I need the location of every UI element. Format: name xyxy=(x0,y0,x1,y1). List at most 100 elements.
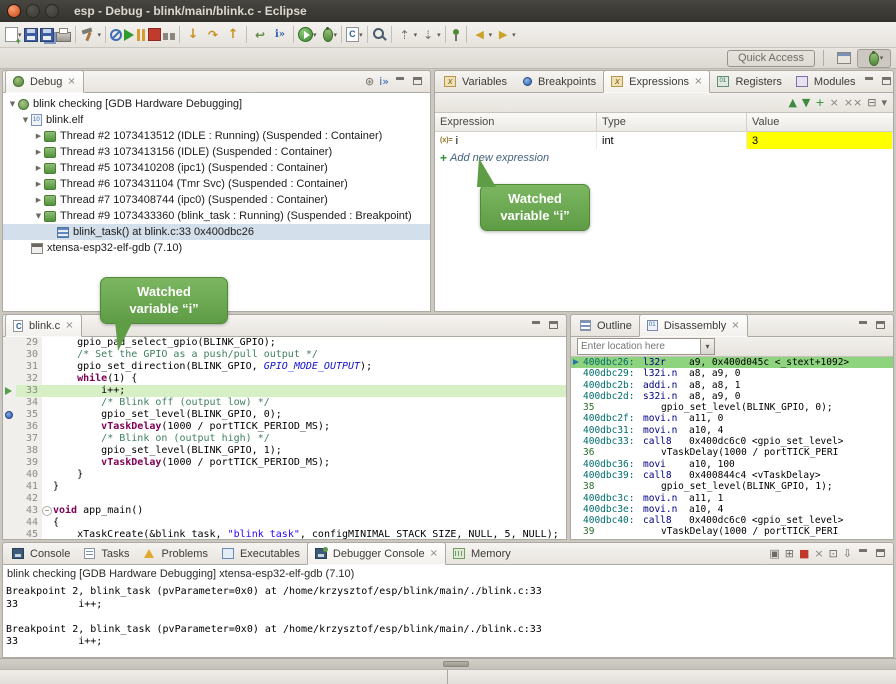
tab-memory[interactable]: Memory xyxy=(446,543,518,564)
editor-marker-column[interactable] xyxy=(3,433,16,445)
new-c-project-button[interactable]: ▾ xyxy=(345,23,364,47)
resume-button[interactable] xyxy=(123,23,135,47)
tab-outline[interactable]: Outline xyxy=(573,315,639,336)
close-tab-icon[interactable]: × xyxy=(694,76,702,87)
code-line[interactable]: 40 } xyxy=(3,469,566,481)
tab-modules[interactable]: Modules xyxy=(789,71,863,92)
expander-icon[interactable]: ▼ xyxy=(7,100,18,108)
tab-blink-c[interactable]: blink.c × xyxy=(5,314,82,337)
remove-launch-icon[interactable]: × xyxy=(814,548,823,559)
tab-debugger-console[interactable]: Debugger Console× xyxy=(307,542,446,565)
tab-registers[interactable]: Registers xyxy=(710,71,788,92)
code-line[interactable]: 36 vTaskDelay(1000 / portTICK_PERIOD_MS)… xyxy=(3,421,566,433)
tab-variables[interactable]: Variables xyxy=(437,71,514,92)
debug-tree-item[interactable]: xtensa-esp32-elf-gdb (7.10) xyxy=(3,240,430,256)
maximize-view-icon[interactable] xyxy=(881,76,894,87)
step-return-button[interactable] xyxy=(223,23,243,47)
minimize-view-icon[interactable] xyxy=(857,548,870,559)
window-close-button[interactable] xyxy=(7,4,21,18)
disassembly-row[interactable]: 400dbc39:call80x400844c4 <vTaskDelay> xyxy=(571,470,893,481)
debug-tree-item[interactable]: ▶Thread #6 1073431104 (Tmr Svc) (Suspend… xyxy=(3,176,430,192)
window-maximize-button[interactable] xyxy=(45,4,59,18)
disassembly-row[interactable]: 400dbc2f:movi.na11, 0 xyxy=(571,413,893,424)
disassembly-row[interactable]: 35gpio_set_level(BLINK_GPIO, 0); xyxy=(571,402,893,413)
code-line[interactable]: 30 /* Set the GPIO as a push/pull output… xyxy=(3,349,566,361)
editor-marker-column[interactable] xyxy=(3,385,16,397)
editor-marker-column[interactable] xyxy=(3,505,16,517)
new-button[interactable]: ▾ xyxy=(4,23,23,47)
pin-button[interactable] xyxy=(449,23,463,47)
debug-tree-item[interactable]: ▼blink checking [GDB Hardware Debugging] xyxy=(3,96,430,112)
scroll-lock-icon[interactable]: ⇩ xyxy=(843,548,852,559)
disassembly-row[interactable]: 400dbc2b:addi.na8, a8, 1 xyxy=(571,380,893,391)
disassembly-row[interactable]: 38gpio_set_level(BLINK_GPIO, 1); xyxy=(571,481,893,492)
tab-breakpoints[interactable]: Breakpoints xyxy=(514,71,603,92)
drop-to-frame-button[interactable] xyxy=(250,23,270,47)
clear-console-icon[interactable]: ⊡ xyxy=(829,548,838,559)
debug-tree-item[interactable]: ▶Thread #3 1073413156 (IDLE) (Suspended … xyxy=(3,144,430,160)
disconnect-button[interactable] xyxy=(162,23,176,47)
add-icon[interactable]: + xyxy=(815,97,824,108)
editor-marker-column[interactable] xyxy=(3,445,16,457)
back-button[interactable]: ▾ xyxy=(470,23,494,47)
add-expression-row[interactable]: +Add new expression xyxy=(435,149,893,166)
disassembly-row[interactable]: 400dbc3c:movi.na11, 1 xyxy=(571,493,893,504)
open-console-icon[interactable]: ⊞ xyxy=(785,548,794,559)
skip-breakpoints-button[interactable] xyxy=(109,23,123,47)
disassembly-row[interactable]: 400dbc29:l32i.na8, a9, 0 xyxy=(571,368,893,379)
editor-marker-column[interactable] xyxy=(3,421,16,433)
debug-tree-item[interactable]: ▼blink.elf xyxy=(3,112,430,128)
editor-marker-column[interactable] xyxy=(3,373,16,385)
editor-marker-column[interactable] xyxy=(3,469,16,481)
close-tab-icon[interactable]: × xyxy=(65,320,73,331)
column-value[interactable]: Value xyxy=(747,113,893,131)
terminate-button[interactable] xyxy=(147,23,162,47)
editor-marker-column[interactable] xyxy=(3,337,16,349)
display-selected-console-icon[interactable]: ▣ xyxy=(769,548,779,559)
disassembly-row[interactable]: 400dbc36:movia10, 100 xyxy=(571,459,893,470)
editor-marker-column[interactable] xyxy=(3,397,16,409)
disassembly-row[interactable]: 36vTaskDelay(1000 / portTICK_PERI xyxy=(571,447,893,458)
debug-tree-item[interactable]: ▶Thread #5 1073410208 (ipc1) (Suspended … xyxy=(3,160,430,176)
code-line[interactable]: 33 i++; xyxy=(3,385,566,397)
debug-tree-item[interactable]: ▼Thread #9 1073433360 (blink_task : Runn… xyxy=(3,208,430,224)
code-line[interactable]: 29 gpio_pad_select_gpio(BLINK_GPIO); xyxy=(3,337,566,349)
code-line[interactable]: 45 xTaskCreate(&blink_task, "blink_task"… xyxy=(3,529,566,540)
editor-marker-column[interactable] xyxy=(3,349,16,361)
code-line[interactable]: 39 vTaskDelay(1000 / portTICK_PERIOD_MS)… xyxy=(3,457,566,469)
save-button[interactable] xyxy=(23,23,39,47)
minimize-view-icon[interactable] xyxy=(530,320,543,331)
tab-console[interactable]: Console xyxy=(5,543,77,564)
suspend-button[interactable] xyxy=(135,23,147,47)
code-line[interactable]: 31 gpio_set_direction(BLINK_GPIO, GPIO_M… xyxy=(3,361,566,373)
tab-disassembly[interactable]: Disassembly× xyxy=(639,314,748,337)
location-dropdown-icon[interactable]: ▾ xyxy=(700,338,715,355)
disassembly-row[interactable]: 400dbc40:call80x400dc6c0 <gpio_set_level… xyxy=(571,515,893,526)
next-annotation-button[interactable]: ▾ xyxy=(418,23,442,47)
debug-tree-item[interactable]: ▶Thread #2 1073413512 (IDLE : Running) (… xyxy=(3,128,430,144)
disassembly-row[interactable]: 400dbc26:l32ra9, 0x400d045c <_stext+1092… xyxy=(571,357,893,368)
code-line[interactable]: 37 /* Blink on (output high) */ xyxy=(3,433,566,445)
expander-icon[interactable]: ▶ xyxy=(33,164,44,172)
prev-annotation-button[interactable]: ▾ xyxy=(395,23,419,47)
editor-marker-column[interactable] xyxy=(3,361,16,373)
code-line[interactable]: 42 xyxy=(3,493,566,505)
debug-button[interactable]: ▾ xyxy=(318,23,339,47)
tab-expressions[interactable]: Expressions× xyxy=(603,70,710,93)
editor-marker-column[interactable] xyxy=(3,493,16,505)
move-down-icon[interactable]: ▼ xyxy=(802,97,810,108)
code-editor[interactable]: 29 gpio_pad_select_gpio(BLINK_GPIO);30 /… xyxy=(2,337,567,540)
terminate-icon[interactable]: ■ xyxy=(799,548,809,559)
quick-access-button[interactable]: Quick Access xyxy=(727,50,815,67)
code-line[interactable]: 32 while(1) { xyxy=(3,373,566,385)
tab-executables[interactable]: Executables xyxy=(215,543,307,564)
disassembly-row[interactable]: 400dbc33:call80x400dc6c0 <gpio_set_level… xyxy=(571,436,893,447)
collapse-all-icon[interactable]: ⊟ xyxy=(867,97,876,108)
step-over-button[interactable] xyxy=(203,23,223,47)
maximize-view-icon[interactable] xyxy=(875,548,888,559)
disassembly-row[interactable]: 400dbc2d:s32i.na8, a9, 0 xyxy=(571,391,893,402)
remove-all-icon[interactable]: ×× xyxy=(844,97,862,108)
print-button[interactable] xyxy=(55,23,72,47)
expander-icon[interactable]: ▶ xyxy=(33,180,44,188)
bottom-splitter[interactable] xyxy=(0,658,896,669)
